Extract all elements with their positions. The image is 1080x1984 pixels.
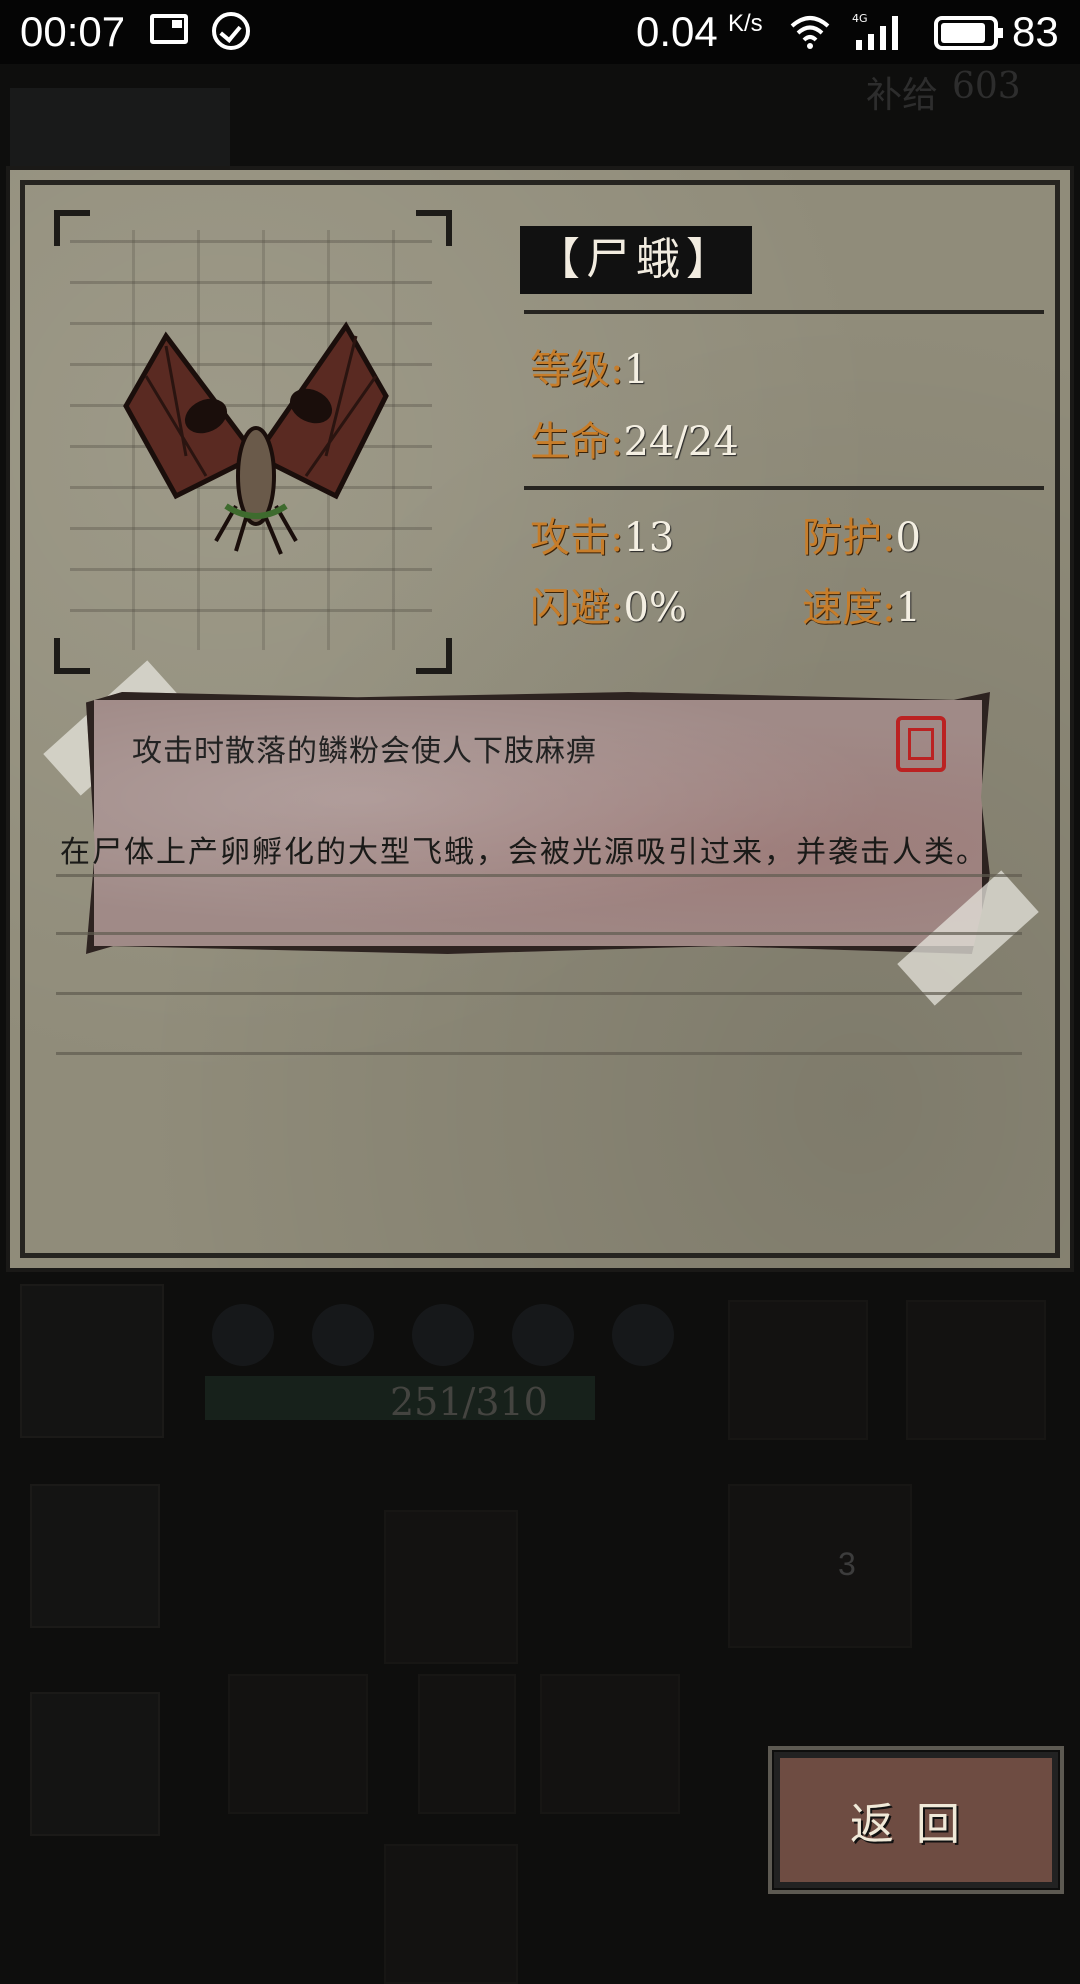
return-button-label: 返回 [850, 1799, 982, 1850]
frame-corner [54, 210, 90, 246]
frame-corner [54, 638, 90, 674]
network-speed-unit: K/s [728, 10, 763, 37]
equipment-slot[interactable] [728, 1300, 868, 1440]
party-member-portrait[interactable] [30, 1692, 160, 1836]
shovel-slot[interactable] [384, 1510, 518, 1664]
arrow-right-button[interactable] [540, 1674, 680, 1814]
text-line [56, 992, 1022, 995]
text-line [56, 932, 1022, 935]
stat-value: 13 [623, 515, 675, 561]
divider [524, 310, 1044, 314]
party-member-portrait[interactable] [30, 1484, 160, 1628]
divider [524, 486, 1044, 490]
monster-name: 【尸蛾】 [520, 226, 752, 294]
stat-evasion: 闪避:0% [530, 584, 687, 632]
stat-value: 1 [895, 585, 921, 631]
stat-label: 生命: [530, 419, 624, 465]
stat-label: 防护: [802, 515, 896, 561]
battery-icon [934, 16, 1003, 50]
monster-portrait-frame [54, 210, 452, 674]
qi-orb-icon [612, 1304, 674, 1366]
item-slot[interactable] [728, 1484, 912, 1648]
clock: 00:07 [20, 8, 126, 55]
stat-value: 0 [895, 515, 921, 561]
shovel-slot[interactable] [384, 1844, 518, 1984]
frame-corner [416, 210, 452, 246]
ability-text: 攻击时散落的鳞粉会使人下肢麻痹 [132, 734, 597, 769]
svg-text:4G: 4G [852, 12, 868, 25]
image-icon [150, 14, 188, 44]
status-bar: 00:07 0.04 K/s 4G 83 [0, 0, 1080, 64]
skill-slot[interactable] [906, 1300, 1046, 1440]
qi-orb-icon [412, 1304, 474, 1366]
supply-label: 补给 [866, 75, 939, 116]
moth-monster-image [123, 321, 389, 555]
stat-value: 24/24 [623, 419, 739, 465]
text-line [56, 1052, 1022, 1055]
stat-label: 攻击: [530, 515, 624, 561]
signal-4g-icon: 4G [852, 12, 898, 50]
stat-value: 0% [623, 585, 687, 631]
stat-attack: 攻击:13 [530, 514, 674, 562]
return-button[interactable]: 返回 [768, 1746, 1064, 1894]
stat-label: 闪避: [530, 585, 624, 631]
hp-text: 251/310 [390, 1380, 548, 1424]
frame-corner [416, 638, 452, 674]
text-line [56, 874, 1022, 877]
check-circle-icon [212, 12, 250, 50]
red-seal-stamp [896, 716, 946, 772]
stat-label: 等级: [530, 347, 624, 393]
stat-speed: 速度:1 [802, 584, 921, 632]
qi-orb-icon [312, 1304, 374, 1366]
wifi-icon [790, 16, 830, 49]
stat-hp: 生命:24/24 [530, 418, 739, 466]
battery-level: 83 [1012, 8, 1059, 55]
hero-portrait[interactable] [20, 1284, 164, 1438]
monster-info-panel: 【尸蛾】 等级:1 生命:24/24 攻击:13 防护:0 闪避:0% 速度:1… [6, 166, 1074, 1272]
stat-defense: 防护:0 [802, 514, 921, 562]
network-speed: 0.04 [636, 8, 718, 55]
hourglass-button[interactable] [418, 1674, 516, 1814]
item-count: 3 [838, 1546, 856, 1582]
stat-label: 速度: [802, 585, 896, 631]
stat-value: 1 [623, 347, 649, 393]
supply-value: 603 [952, 66, 1021, 107]
stat-level: 等级:1 [530, 346, 649, 394]
qi-orb-icon [212, 1304, 274, 1366]
arrow-left-button[interactable] [228, 1674, 368, 1814]
ability-scroll: 攻击时散落的鳞粉会使人下肢麻痹 [86, 692, 990, 954]
qi-orb-icon [512, 1304, 574, 1366]
